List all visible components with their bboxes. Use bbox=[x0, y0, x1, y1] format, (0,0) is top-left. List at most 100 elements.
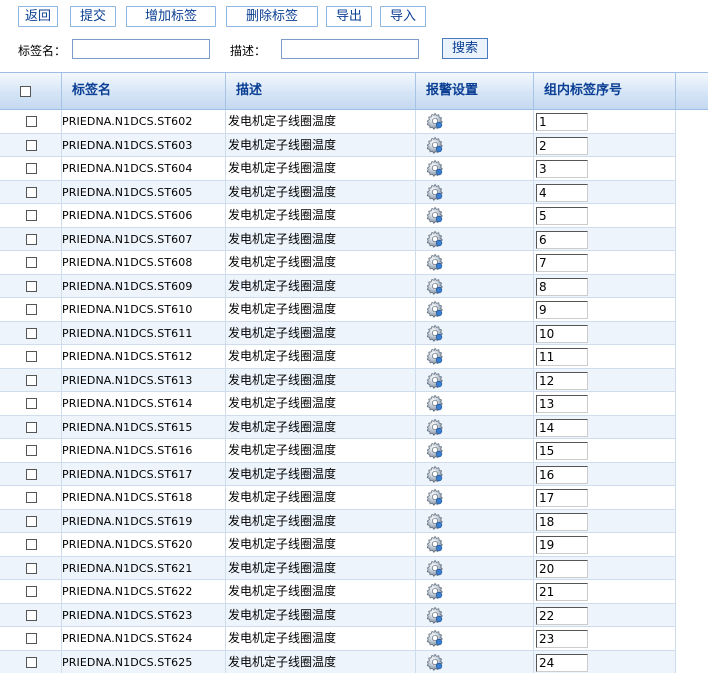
gear-icon[interactable] bbox=[426, 582, 444, 600]
group-order-input[interactable] bbox=[536, 254, 588, 272]
row-checkbox[interactable] bbox=[26, 327, 37, 339]
row-checkbox[interactable] bbox=[26, 421, 37, 433]
group-order-input[interactable] bbox=[536, 207, 588, 225]
row-checkbox[interactable] bbox=[26, 609, 37, 621]
gear-icon[interactable] bbox=[426, 441, 444, 459]
group-order-input[interactable] bbox=[536, 395, 588, 413]
table-row[interactable]: PRIEDNA.N1DCS.ST606 发电机定子线圈温度 bbox=[0, 204, 676, 228]
gear-icon[interactable] bbox=[426, 112, 444, 130]
gear-icon[interactable] bbox=[426, 159, 444, 177]
header-description[interactable]: 描述 bbox=[226, 73, 416, 109]
gear-icon[interactable] bbox=[426, 371, 444, 389]
table-row[interactable]: PRIEDNA.N1DCS.ST623 发电机定子线圈温度 bbox=[0, 603, 676, 627]
table-row[interactable]: PRIEDNA.N1DCS.ST608 发电机定子线圈温度 bbox=[0, 251, 676, 275]
table-row[interactable]: PRIEDNA.N1DCS.ST620 发电机定子线圈温度 bbox=[0, 533, 676, 557]
table-row[interactable]: PRIEDNA.N1DCS.ST610 发电机定子线圈温度 bbox=[0, 298, 676, 322]
row-checkbox[interactable] bbox=[26, 562, 37, 574]
description-input[interactable] bbox=[281, 39, 419, 59]
table-row[interactable]: PRIEDNA.N1DCS.ST604 发电机定子线圈温度 bbox=[0, 157, 676, 181]
row-checkbox[interactable] bbox=[26, 515, 37, 527]
gear-icon[interactable] bbox=[426, 488, 444, 506]
gear-icon[interactable] bbox=[426, 277, 444, 295]
table-row[interactable]: PRIEDNA.N1DCS.ST611 发电机定子线圈温度 bbox=[0, 321, 676, 345]
row-checkbox[interactable] bbox=[26, 280, 37, 292]
group-order-input[interactable] bbox=[536, 136, 588, 155]
gear-icon[interactable] bbox=[426, 653, 444, 671]
row-checkbox[interactable] bbox=[26, 374, 37, 386]
group-order-input[interactable] bbox=[536, 653, 588, 672]
group-order-input[interactable] bbox=[536, 512, 588, 531]
table-row[interactable]: PRIEDNA.N1DCS.ST614 发电机定子线圈温度 bbox=[0, 392, 676, 416]
add-tag-button[interactable]: 增加标签 bbox=[126, 6, 216, 27]
table-row[interactable]: PRIEDNA.N1DCS.ST618 发电机定子线圈温度 bbox=[0, 486, 676, 510]
import-button[interactable]: 导入 bbox=[380, 6, 426, 27]
table-row[interactable]: PRIEDNA.N1DCS.ST624 发电机定子线圈温度 bbox=[0, 627, 676, 651]
row-checkbox[interactable] bbox=[26, 233, 37, 245]
row-checkbox[interactable] bbox=[26, 304, 37, 315]
table-row[interactable]: PRIEDNA.N1DCS.ST602 发电机定子线圈温度 bbox=[0, 110, 676, 134]
row-checkbox[interactable] bbox=[26, 586, 37, 597]
group-order-input[interactable] bbox=[536, 606, 588, 625]
row-checkbox[interactable] bbox=[26, 351, 37, 362]
table-row[interactable]: PRIEDNA.N1DCS.ST615 发电机定子线圈温度 bbox=[0, 415, 676, 439]
delete-tag-button[interactable]: 删除标签 bbox=[226, 6, 318, 27]
row-checkbox[interactable] bbox=[26, 210, 37, 221]
back-button[interactable]: 返回 bbox=[18, 6, 58, 27]
row-checkbox[interactable] bbox=[26, 163, 37, 174]
table-row[interactable]: PRIEDNA.N1DCS.ST616 发电机定子线圈温度 bbox=[0, 439, 676, 463]
gear-icon[interactable] bbox=[426, 535, 444, 553]
group-order-input[interactable] bbox=[536, 160, 588, 178]
group-order-input[interactable] bbox=[536, 442, 588, 460]
row-checkbox[interactable] bbox=[26, 116, 37, 127]
row-checkbox[interactable] bbox=[26, 656, 37, 668]
group-order-input[interactable] bbox=[536, 630, 588, 648]
table-row[interactable]: PRIEDNA.N1DCS.ST619 发电机定子线圈温度 bbox=[0, 509, 676, 533]
gear-icon[interactable] bbox=[426, 606, 444, 624]
gear-icon[interactable] bbox=[426, 394, 444, 412]
header-alarm-settings[interactable]: 报警设置 bbox=[416, 73, 534, 109]
tag-name-input[interactable] bbox=[72, 39, 210, 59]
row-checkbox[interactable] bbox=[26, 468, 37, 480]
row-checkbox[interactable] bbox=[26, 492, 37, 503]
gear-icon[interactable] bbox=[426, 418, 444, 436]
gear-icon[interactable] bbox=[426, 512, 444, 530]
group-order-input[interactable] bbox=[536, 324, 588, 343]
row-checkbox[interactable] bbox=[26, 139, 37, 151]
group-order-input[interactable] bbox=[536, 371, 588, 390]
table-row[interactable]: PRIEDNA.N1DCS.ST603 发电机定子线圈温度 bbox=[0, 133, 676, 157]
gear-icon[interactable] bbox=[426, 253, 444, 271]
group-order-input[interactable] bbox=[536, 583, 588, 601]
gear-icon[interactable] bbox=[426, 300, 444, 318]
gear-icon[interactable] bbox=[426, 629, 444, 647]
table-row[interactable]: PRIEDNA.N1DCS.ST607 发电机定子线圈温度 bbox=[0, 227, 676, 251]
group-order-input[interactable] bbox=[536, 418, 588, 437]
group-order-input[interactable] bbox=[536, 113, 588, 131]
export-button[interactable]: 导出 bbox=[326, 6, 372, 27]
search-button[interactable]: 搜索 bbox=[442, 38, 488, 59]
table-row[interactable]: PRIEDNA.N1DCS.ST613 发电机定子线圈温度 bbox=[0, 368, 676, 392]
row-checkbox[interactable] bbox=[26, 633, 37, 644]
group-order-input[interactable] bbox=[536, 230, 588, 249]
group-order-input[interactable] bbox=[536, 301, 588, 319]
group-order-input[interactable] bbox=[536, 183, 588, 202]
row-checkbox[interactable] bbox=[26, 398, 37, 409]
group-order-input[interactable] bbox=[536, 277, 588, 296]
table-row[interactable]: PRIEDNA.N1DCS.ST612 发电机定子线圈温度 bbox=[0, 345, 676, 369]
gear-icon[interactable] bbox=[426, 324, 444, 342]
header-tag-name[interactable]: 标签名 bbox=[62, 73, 226, 109]
gear-icon[interactable] bbox=[426, 136, 444, 154]
header-group-order[interactable]: 组内标签序号 bbox=[534, 73, 676, 109]
table-row[interactable]: PRIEDNA.N1DCS.ST609 发电机定子线圈温度 bbox=[0, 274, 676, 298]
gear-icon[interactable] bbox=[426, 347, 444, 365]
group-order-input[interactable] bbox=[536, 536, 588, 554]
table-row[interactable]: PRIEDNA.N1DCS.ST621 发电机定子线圈温度 bbox=[0, 556, 676, 580]
group-order-input[interactable] bbox=[536, 559, 588, 578]
row-checkbox[interactable] bbox=[26, 257, 37, 268]
table-row[interactable]: PRIEDNA.N1DCS.ST605 发电机定子线圈温度 bbox=[0, 180, 676, 204]
table-row[interactable]: PRIEDNA.N1DCS.ST622 发电机定子线圈温度 bbox=[0, 580, 676, 604]
gear-icon[interactable] bbox=[426, 230, 444, 248]
group-order-input[interactable] bbox=[536, 465, 588, 484]
submit-button[interactable]: 提交 bbox=[70, 6, 116, 27]
row-checkbox[interactable] bbox=[26, 186, 37, 198]
table-row[interactable]: PRIEDNA.N1DCS.ST625 发电机定子线圈温度 bbox=[0, 650, 676, 673]
